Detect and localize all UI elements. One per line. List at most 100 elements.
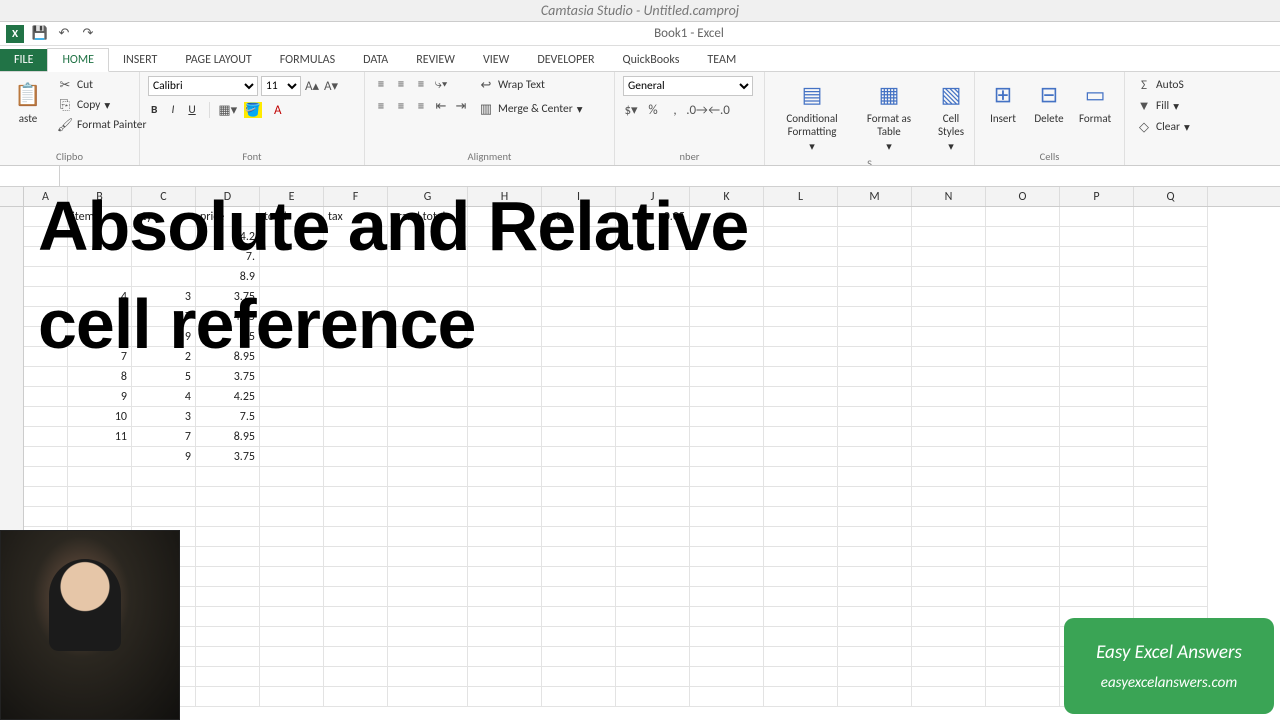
cell[interactable] xyxy=(912,507,986,527)
cell[interactable] xyxy=(690,587,764,607)
cell[interactable] xyxy=(260,627,324,647)
cell[interactable] xyxy=(912,427,986,447)
cell[interactable] xyxy=(986,427,1060,447)
cell[interactable] xyxy=(388,667,468,687)
currency-icon[interactable]: $▾ xyxy=(623,102,639,118)
cell[interactable] xyxy=(260,647,324,667)
cell[interactable] xyxy=(616,427,690,447)
cell[interactable] xyxy=(1134,567,1208,587)
cell[interactable] xyxy=(838,567,912,587)
cell[interactable] xyxy=(1060,207,1134,227)
cell[interactable] xyxy=(986,227,1060,247)
cell[interactable] xyxy=(1134,527,1208,547)
cell[interactable] xyxy=(616,687,690,707)
cell[interactable] xyxy=(468,287,542,307)
cell[interactable] xyxy=(764,487,838,507)
cell[interactable] xyxy=(1060,367,1134,387)
cell[interactable] xyxy=(388,467,468,487)
cell[interactable] xyxy=(468,467,542,487)
cell[interactable] xyxy=(260,467,324,487)
increase-font-icon[interactable]: A▴ xyxy=(304,78,320,94)
cell[interactable] xyxy=(1134,267,1208,287)
cell[interactable] xyxy=(132,507,196,527)
cell[interactable] xyxy=(1134,347,1208,367)
cell[interactable] xyxy=(616,327,690,347)
cell[interactable] xyxy=(468,447,542,467)
cell[interactable] xyxy=(838,347,912,367)
cell[interactable] xyxy=(196,527,260,547)
cell[interactable] xyxy=(764,307,838,327)
align-right-icon[interactable]: ≡ xyxy=(413,98,429,114)
cell[interactable] xyxy=(690,427,764,447)
cell[interactable] xyxy=(986,467,1060,487)
cell[interactable] xyxy=(388,627,468,647)
cell[interactable]: 4 xyxy=(132,387,196,407)
cell[interactable] xyxy=(542,507,616,527)
cell[interactable] xyxy=(388,387,468,407)
cell[interactable] xyxy=(1060,567,1134,587)
cell[interactable] xyxy=(764,587,838,607)
cell[interactable] xyxy=(24,387,68,407)
cell[interactable] xyxy=(690,467,764,487)
row-header[interactable] xyxy=(0,467,24,487)
tab-insert[interactable]: INSERT xyxy=(109,49,171,71)
cell[interactable] xyxy=(986,267,1060,287)
cell[interactable] xyxy=(912,307,986,327)
cell[interactable] xyxy=(388,567,468,587)
cell[interactable] xyxy=(986,207,1060,227)
cell[interactable] xyxy=(24,447,68,467)
cell[interactable]: 8.95 xyxy=(196,427,260,447)
cell[interactable] xyxy=(388,587,468,607)
cell[interactable] xyxy=(912,327,986,347)
cell[interactable] xyxy=(986,607,1060,627)
cell[interactable] xyxy=(542,667,616,687)
cell[interactable] xyxy=(912,487,986,507)
cell[interactable] xyxy=(1060,267,1134,287)
cell[interactable] xyxy=(324,607,388,627)
cell[interactable] xyxy=(986,587,1060,607)
cell[interactable] xyxy=(986,547,1060,567)
cell[interactable] xyxy=(912,407,986,427)
cell[interactable] xyxy=(616,547,690,567)
column-header-M[interactable]: M xyxy=(838,187,912,206)
cell[interactable] xyxy=(468,407,542,427)
cell[interactable] xyxy=(68,447,132,467)
cell[interactable] xyxy=(324,667,388,687)
cell[interactable] xyxy=(912,207,986,227)
cell[interactable] xyxy=(1060,227,1134,247)
cell[interactable] xyxy=(324,507,388,527)
tab-developer[interactable]: DEVELOPER xyxy=(523,49,608,71)
cell[interactable] xyxy=(616,407,690,427)
cell[interactable] xyxy=(324,567,388,587)
row-header[interactable] xyxy=(0,367,24,387)
cell[interactable] xyxy=(838,307,912,327)
cell[interactable] xyxy=(1060,327,1134,347)
cell[interactable] xyxy=(616,487,690,507)
cell[interactable] xyxy=(132,487,196,507)
cell[interactable] xyxy=(764,547,838,567)
cell[interactable] xyxy=(690,687,764,707)
cell[interactable]: 9 xyxy=(68,387,132,407)
tab-review[interactable]: REVIEW xyxy=(402,49,469,71)
cell[interactable] xyxy=(388,367,468,387)
cell[interactable] xyxy=(986,667,1060,687)
cell[interactable] xyxy=(1060,287,1134,307)
cell[interactable] xyxy=(690,507,764,527)
cell[interactable] xyxy=(912,627,986,647)
cell[interactable] xyxy=(1060,467,1134,487)
tab-data[interactable]: DATA xyxy=(349,49,402,71)
cell[interactable] xyxy=(690,567,764,587)
cell[interactable] xyxy=(986,347,1060,367)
cell[interactable] xyxy=(468,547,542,567)
cell[interactable]: 4.25 xyxy=(196,387,260,407)
row-header[interactable] xyxy=(0,287,24,307)
font-color-icon[interactable]: A xyxy=(270,102,286,118)
cell[interactable] xyxy=(388,507,468,527)
cell[interactable] xyxy=(542,327,616,347)
row-header[interactable] xyxy=(0,267,24,287)
cell[interactable] xyxy=(912,287,986,307)
cell[interactable] xyxy=(132,467,196,487)
cell[interactable] xyxy=(324,447,388,467)
cell[interactable] xyxy=(468,607,542,627)
cell[interactable] xyxy=(260,487,324,507)
